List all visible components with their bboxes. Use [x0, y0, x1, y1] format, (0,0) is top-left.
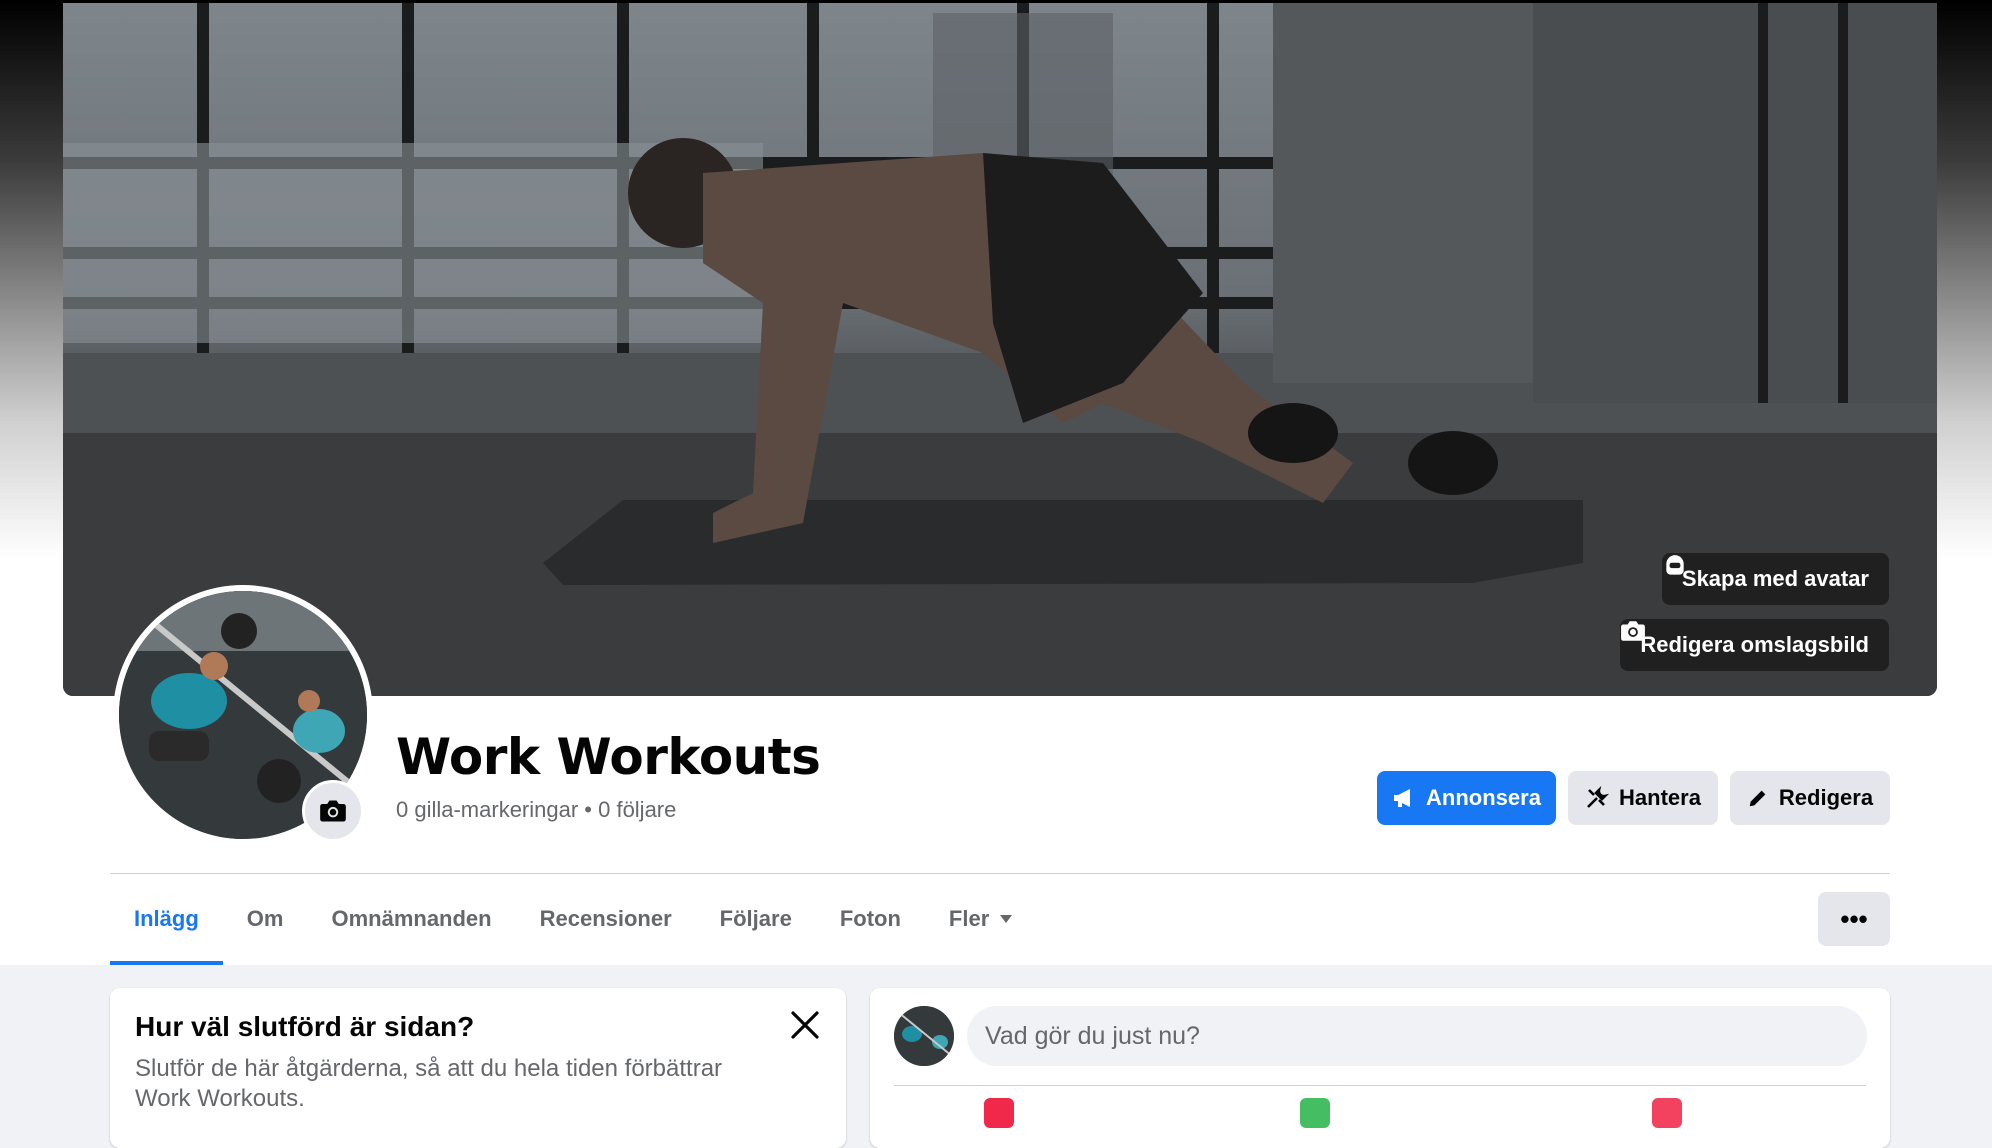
header-divider	[110, 873, 1890, 874]
update-profile-picture-button[interactable]	[302, 780, 364, 842]
caret-down-icon	[1000, 915, 1013, 923]
page-stats[interactable]: 0 gilla-markeringar • 0 följare	[396, 797, 676, 823]
tab-followers-label: Följare	[719, 906, 792, 931]
composer-avatar[interactable]	[894, 1006, 954, 1066]
manage-label: Hantera	[1619, 785, 1701, 810]
cover-photo: Skapa med avatar Redigera omslagsbild	[63, 3, 1937, 696]
live-video-icon[interactable]	[984, 1098, 1014, 1128]
advertise-button[interactable]: Annonsera	[1377, 771, 1556, 825]
tab-mentions[interactable]: Omnämnanden	[307, 877, 515, 961]
post-composer-card: Vad gör du just nu?	[870, 988, 1890, 1148]
tab-mentions-label: Omnämnanden	[331, 906, 492, 931]
composer-divider	[894, 1085, 1866, 1086]
tab-about-label: Om	[246, 906, 284, 931]
tab-photos[interactable]: Foton	[816, 877, 925, 961]
create-with-avatar-label: Skapa med avatar	[1681, 566, 1869, 591]
edit-cover-photo-label: Redigera omslagsbild	[1640, 632, 1869, 657]
advertise-label: Annonsera	[1426, 785, 1541, 810]
megaphone-icon	[1394, 789, 1411, 807]
tab-more-label: Fler	[948, 906, 990, 931]
completion-page-name: Work Workouts	[135, 1085, 299, 1112]
completion-text: Slutför de här åtgärderna, så att du hel…	[135, 1054, 775, 1114]
page-tabs: Inlägg Om Omnämnanden Recensioner Följar…	[110, 877, 1037, 965]
edit-page-button[interactable]: Redigera	[1730, 771, 1890, 825]
more-options-button[interactable]: •••	[1818, 892, 1890, 946]
completion-title: Hur väl slutförd är sidan?	[135, 1011, 475, 1042]
edit-cover-photo-button[interactable]: Redigera omslagsbild	[1620, 619, 1889, 671]
create-with-avatar-button[interactable]: Skapa med avatar	[1661, 553, 1889, 605]
completion-text-suffix: .	[298, 1085, 305, 1112]
tab-more[interactable]: Fler	[925, 877, 1037, 961]
tab-photos-label: Foton	[839, 906, 901, 931]
tab-posts-label: Inlägg	[134, 906, 199, 931]
cover-photo-image	[63, 3, 1937, 696]
manage-button[interactable]: Hantera	[1568, 771, 1718, 825]
tab-reviews-label: Recensioner	[539, 906, 672, 931]
reel-icon[interactable]	[1652, 1098, 1682, 1128]
camera-icon	[1621, 621, 1646, 641]
camera-icon	[320, 800, 346, 822]
tab-about[interactable]: Om	[223, 877, 308, 961]
close-icon[interactable]	[788, 1008, 822, 1042]
tab-followers[interactable]: Följare	[696, 877, 816, 961]
page-completion-card: Hur väl slutförd är sidan? Slutför de hä…	[110, 988, 846, 1148]
pencil-icon	[1749, 790, 1766, 807]
page-title: Work Workouts	[396, 728, 821, 786]
photo-video-icon[interactable]	[1300, 1098, 1330, 1128]
tab-reviews[interactable]: Recensioner	[516, 877, 696, 961]
completion-text-body: Slutför de här åtgärderna, så att du hel…	[135, 1055, 723, 1082]
avatar-icon	[1666, 555, 1684, 575]
edit-page-label: Redigera	[1778, 785, 1874, 810]
tools-icon	[1587, 786, 1610, 808]
tab-posts[interactable]: Inlägg	[110, 877, 223, 965]
composer-input[interactable]: Vad gör du just nu?	[967, 1006, 1867, 1066]
